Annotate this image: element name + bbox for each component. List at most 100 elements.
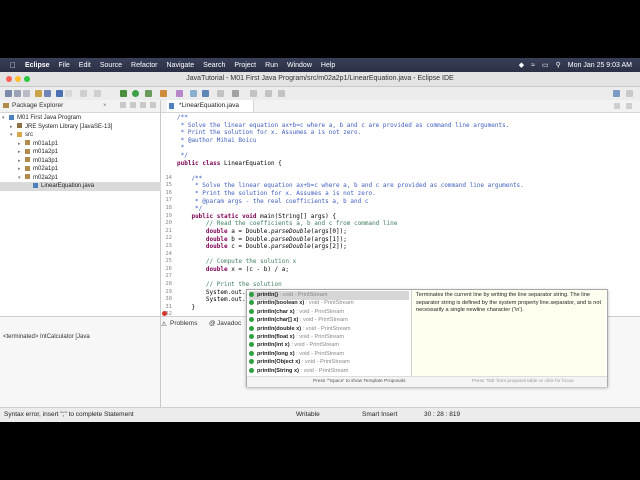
project-icon: [9, 114, 14, 120]
editor-tab-bar: *LinearEquation.java: [161, 100, 640, 113]
view-menu-icon[interactable]: [140, 102, 146, 108]
proposal-item[interactable]: println(long x) : void - PrintStream: [249, 350, 409, 359]
proposal-return-type: : void - PrintStream: [291, 342, 340, 349]
tab-problems[interactable]: Problems: [170, 320, 197, 327]
proposal-item[interactable]: println(char[] x) : void - PrintStream: [249, 316, 409, 325]
line-number-gutter: 1415161718192021222324252627282930313233: [161, 114, 175, 325]
menu-edit[interactable]: Edit: [79, 62, 91, 69]
content-assist-footer: Press '^Space' to show Template Proposal…: [247, 376, 607, 387]
proposal-name: println(boolean x): [257, 300, 305, 307]
open-perspective-icon[interactable]: [626, 90, 633, 97]
code-line[interactable]: double c = Double.parseDouble(args[2]);: [177, 243, 347, 251]
minimize-editor-icon[interactable]: [614, 103, 620, 109]
new-class-icon[interactable]: [202, 90, 209, 97]
wifi-icon[interactable]: ≈: [531, 62, 535, 69]
open-type-icon[interactable]: [217, 90, 224, 97]
menu-help[interactable]: Help: [321, 62, 335, 69]
proposal-item[interactable]: println(String x) : void - PrintStream: [249, 367, 409, 376]
proposal-item[interactable]: println(boolean x) : void - PrintStream: [249, 299, 409, 308]
menu-file[interactable]: File: [59, 62, 70, 69]
close-window-button[interactable]: [6, 76, 12, 82]
proposal-item[interactable]: println(float x) : void - PrintStream: [249, 333, 409, 342]
code-line[interactable]: double x = (c - b) / a;: [177, 266, 289, 274]
minimize-view-icon[interactable]: [150, 102, 156, 108]
battery-icon[interactable]: ▭: [542, 61, 549, 69]
new-icon[interactable]: [5, 90, 12, 97]
back-icon[interactable]: [265, 90, 272, 97]
proposal-name: println(int x): [257, 342, 290, 349]
collapse-all-icon[interactable]: [120, 102, 126, 108]
code-line[interactable]: * @param args - the real coefficients a,…: [177, 198, 368, 206]
menu-app-eclipse[interactable]: Eclipse: [25, 62, 50, 69]
maximize-editor-icon[interactable]: [626, 103, 632, 109]
tree-item[interactable]: LinearEquation.java: [0, 182, 184, 191]
proposal-item[interactable]: println(char x) : void - PrintStream: [249, 308, 409, 317]
package-icon: [25, 165, 30, 171]
perspective-icon[interactable]: [613, 90, 620, 97]
external-tools-icon[interactable]: [160, 90, 167, 97]
save-icon[interactable]: [14, 90, 21, 97]
menu-window[interactable]: Window: [287, 62, 312, 69]
proposal-item[interactable]: println(double x) : void - PrintStream: [249, 325, 409, 334]
proposal-list[interactable]: println() : void - PrintStream println(bo…: [247, 290, 412, 376]
run-icon[interactable]: [132, 90, 139, 97]
search-toolbar-icon[interactable]: [232, 90, 239, 97]
menu-run[interactable]: Run: [265, 62, 278, 69]
clock[interactable]: Mon Jan 25 9:03 AM: [568, 62, 632, 69]
tab-javadoc[interactable]: Javadoc: [217, 320, 241, 327]
package-explorer-tab[interactable]: Package Explorer ×: [0, 100, 160, 113]
link-editor-icon[interactable]: [130, 102, 136, 108]
proposal-javadoc: Terminates the current line by writing t…: [412, 290, 606, 376]
new-package-icon[interactable]: [190, 90, 197, 97]
java-file-icon: [169, 103, 174, 109]
code-line[interactable]: }: [177, 304, 195, 312]
package-icon: [25, 174, 30, 180]
close-icon[interactable]: ×: [103, 103, 107, 109]
build-icon[interactable]: [35, 90, 42, 97]
maximize-window-button[interactable]: [24, 76, 30, 82]
skip-breakpoints-icon[interactable]: [80, 90, 87, 97]
window-title: JavaTutorial - M01 First Java Program/sr…: [186, 75, 454, 82]
menu-search[interactable]: Search: [203, 62, 225, 69]
proposal-item[interactable]: println(Object x) : void - PrintStream: [249, 358, 409, 367]
package-icon: [25, 157, 30, 163]
editor-tab-linearequation[interactable]: *LinearEquation.java: [167, 100, 254, 112]
proposal-item[interactable]: println(int x) : void - PrintStream: [249, 341, 409, 350]
window-titlebar: JavaTutorial - M01 First Java Program/sr…: [0, 72, 640, 87]
menu-project[interactable]: Project: [234, 62, 256, 69]
proposal-return-type: : void - PrintStream: [296, 308, 345, 315]
minimize-window-button[interactable]: [15, 76, 21, 82]
dropbox-icon[interactable]: ◆: [519, 61, 524, 69]
debug-icon[interactable]: [120, 90, 127, 97]
forward-icon[interactable]: [278, 90, 285, 97]
code-line[interactable]: public class LinearEquation {: [177, 160, 282, 168]
library-icon: [17, 123, 22, 129]
terminate-icon[interactable]: [94, 90, 101, 97]
menu-refactor[interactable]: Refactor: [131, 62, 157, 69]
proposal-return-type: : void - PrintStream: [279, 292, 328, 298]
show-whitespace-icon[interactable]: [65, 90, 72, 97]
menu-source[interactable]: Source: [100, 62, 122, 69]
toggle-breadcrumb-icon[interactable]: [56, 90, 63, 97]
proposal-item[interactable]: println() : void - PrintStream: [249, 291, 409, 300]
java-editor[interactable]: *LinearEquation.java 14 15 16 17 18 19 20 21 22 2…: [161, 100, 640, 325]
package-explorer-title: Package Explorer: [12, 102, 64, 109]
proposal-return-type: : void - PrintStream: [296, 334, 345, 340]
annotation-icon[interactable]: [250, 90, 257, 97]
toggle-mark-icon[interactable]: [44, 90, 51, 97]
proposal-name: println(String x): [257, 367, 299, 374]
save-all-icon[interactable]: [23, 90, 30, 97]
search-icon[interactable]: ⚲: [556, 61, 561, 69]
code-line[interactable]: * @author Mihai Boicu: [177, 137, 257, 145]
status-writable: Writable: [296, 411, 320, 418]
folder-icon: [17, 131, 22, 137]
coverage-icon[interactable]: [145, 90, 152, 97]
public-method-icon: [249, 325, 254, 331]
public-method-icon: [249, 342, 254, 348]
new-java-project-icon[interactable]: [176, 90, 183, 97]
menu-navigate[interactable]: Navigate: [167, 62, 195, 69]
proposal-return-type: : void - PrintStream: [305, 300, 354, 307]
desktop-background: [0, 0, 640, 58]
apple-menu-icon[interactable]: : [10, 61, 16, 70]
status-cursor-position: 30 : 28 : 819: [424, 411, 461, 418]
